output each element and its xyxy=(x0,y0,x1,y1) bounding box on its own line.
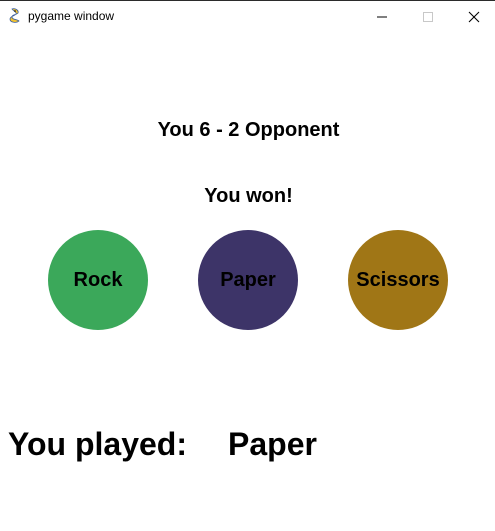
played-value: Paper xyxy=(228,426,317,462)
close-icon xyxy=(468,11,480,23)
rock-button-label: Rock xyxy=(73,268,123,291)
minimize-icon xyxy=(377,16,387,18)
paper-button-label: Paper xyxy=(220,268,276,291)
scissors-button[interactable]: Scissors xyxy=(348,230,448,330)
scissors-button-label: Scissors xyxy=(356,268,440,291)
score-text: You 6 - 2 Opponent xyxy=(157,119,340,141)
pygame-window: pygame window You 6 - 2 Opponent You won… xyxy=(0,0,495,531)
maximize-button[interactable] xyxy=(405,1,451,31)
title-bar[interactable]: pygame window xyxy=(0,0,495,31)
close-button[interactable] xyxy=(451,1,495,31)
game-canvas: You 6 - 2 Opponent You won! Rock Paper S… xyxy=(0,31,495,531)
paper-button[interactable]: Paper xyxy=(198,230,298,330)
maximize-icon xyxy=(423,12,433,22)
result-text: You won! xyxy=(204,185,293,207)
window-title: pygame window xyxy=(28,9,115,23)
rock-button[interactable]: Rock xyxy=(48,230,148,330)
pygame-snake-icon xyxy=(8,8,22,23)
played-label: You played: xyxy=(8,426,187,462)
minimize-button[interactable] xyxy=(359,1,405,31)
